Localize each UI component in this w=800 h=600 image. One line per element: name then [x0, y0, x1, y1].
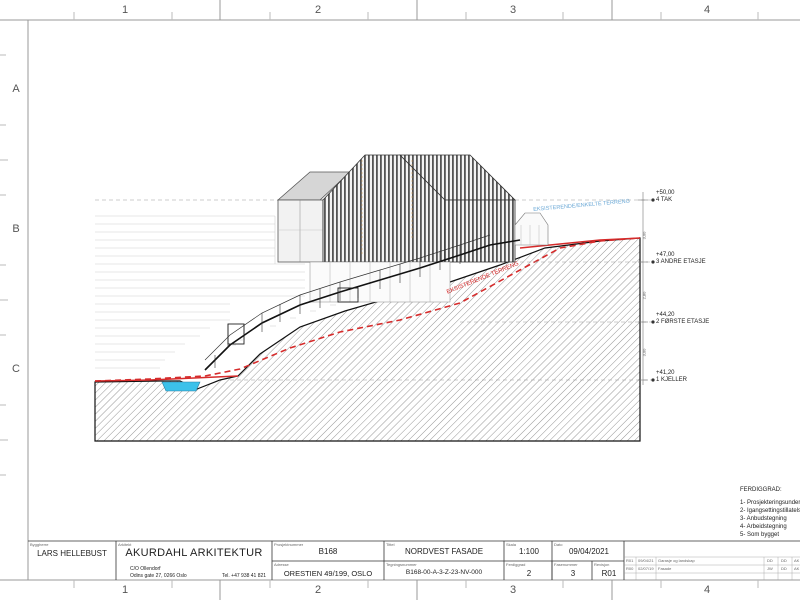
fasenummer-value: 3	[570, 569, 576, 578]
tittel-value: NORDVEST FASADE	[404, 547, 484, 556]
prosjektnummer-value: B168	[318, 547, 338, 556]
arkitekt-name: AKURDAHL ARKITEKTUR	[125, 547, 263, 559]
adresse-label: Adresse	[274, 562, 289, 567]
skala-value: 1:100	[518, 547, 540, 556]
revision-2-date: 02/07/19	[638, 566, 654, 571]
revision-2-desc: Fasade	[658, 566, 672, 571]
ferdiggrad-label: Ferdiggrad	[506, 562, 526, 567]
arkitekt-address-2: Odins gate 27, 0266 Oslo	[130, 573, 187, 579]
adresse-value: ORESTIEN 49/199, OSLO	[283, 569, 373, 578]
revision-2-a: JW	[767, 566, 773, 571]
revision-1-rev: R01	[626, 558, 634, 563]
revision-1-c: AK	[794, 558, 800, 563]
revision-2-c: AK	[794, 566, 800, 571]
fasenummer-label: Fasenummer	[554, 562, 578, 567]
byggherre-label: Byggherre	[30, 542, 49, 547]
revision-2-rev: R00	[626, 566, 634, 571]
title-block-frame	[28, 540, 800, 580]
revision-1-b: DD	[781, 558, 787, 563]
ferdiggrad-value: 2	[526, 569, 532, 578]
revision-2-b: DD	[781, 566, 787, 571]
tegningsnummer-label: Tegningsnummer	[386, 562, 417, 567]
revisjon-value: R01	[601, 569, 617, 578]
revisjon-label: Revisjon	[594, 562, 610, 567]
arkitekt-phone: Tel. +47 938 41 821	[222, 573, 267, 579]
byggherre-name: LARS HELLEBUST	[37, 549, 107, 558]
revision-1-desc: Garasje og landskap	[658, 558, 695, 563]
arkitekt-address-1: C/O Ollendorf	[130, 566, 161, 572]
revision-1-date: 09/04/21	[638, 558, 654, 563]
revision-1-a: DD	[767, 558, 773, 563]
dato-value: 09/04/2021	[568, 547, 610, 556]
tegningsnummer-value: B168-00-A-3-Z-23-NV-000	[405, 569, 483, 576]
